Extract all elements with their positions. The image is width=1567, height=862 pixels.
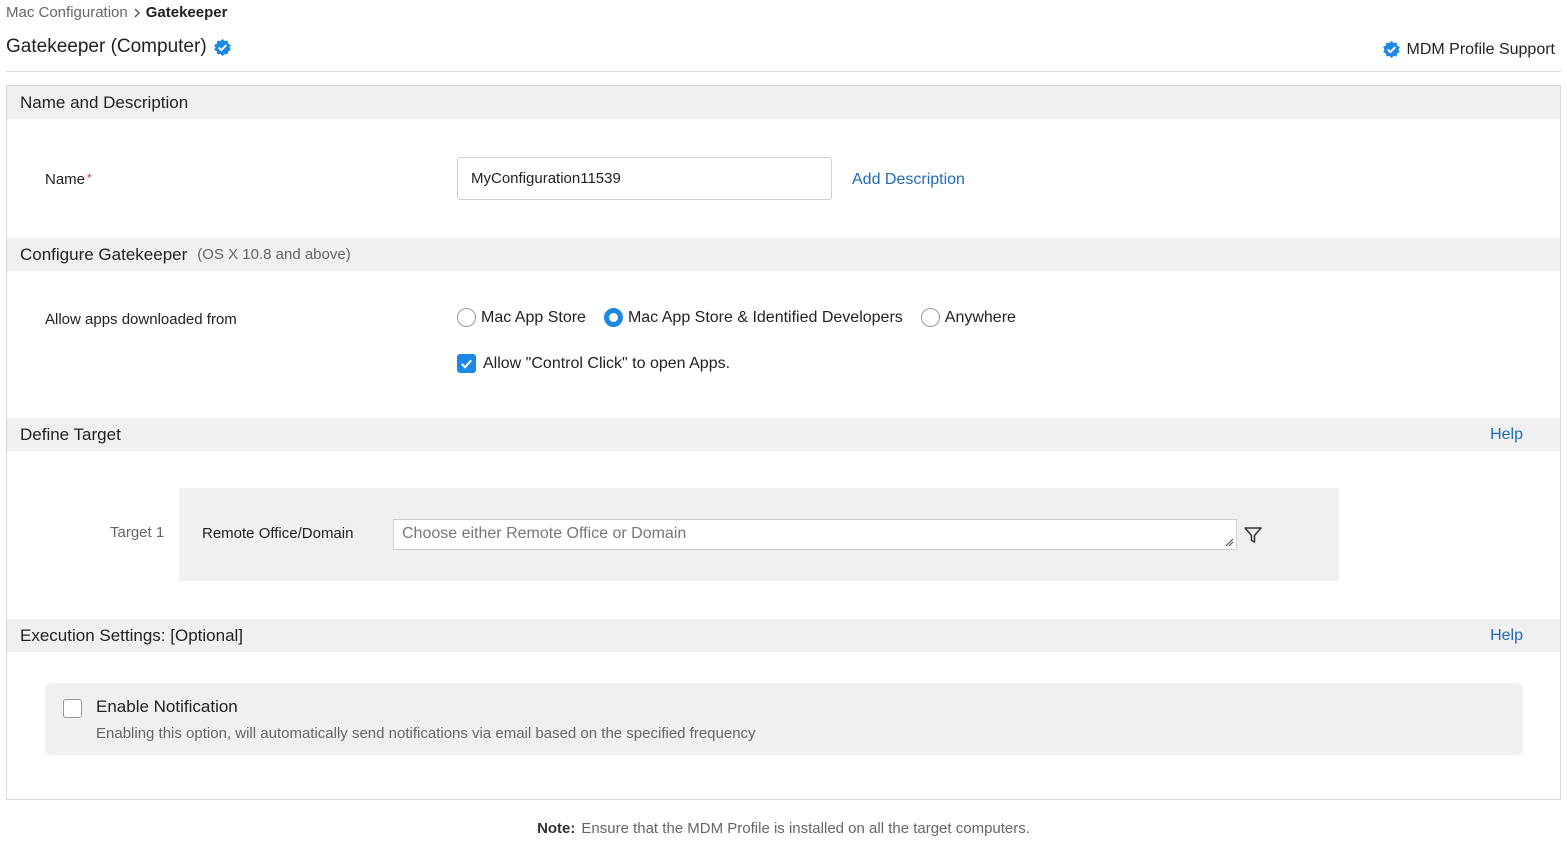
name-input[interactable] — [457, 157, 832, 200]
target-help-link[interactable]: Help — [1490, 426, 1523, 444]
radio-circle[interactable] — [920, 308, 940, 327]
section-define-target: Define Target Help — [7, 418, 1560, 451]
filter-icon[interactable] — [1243, 525, 1263, 545]
radio-anywhere[interactable]: Anywhere — [920, 308, 1016, 327]
target-number: Target 1 — [110, 524, 165, 541]
section-name-description: Name and Description — [7, 86, 1560, 119]
note-text: Ensure that the MDM Profile is installed… — [581, 820, 1030, 837]
radio-mac-app-store[interactable]: Mac App Store — [457, 308, 586, 327]
notification-description: Enabling this option, will automatically… — [96, 725, 756, 742]
radio-circle[interactable] — [457, 308, 476, 327]
radio-mac-app-store-identified-developers[interactable]: Mac App Store & Identified Developers — [603, 308, 903, 327]
section-heading: Execution Settings: [Optional] — [20, 625, 244, 645]
execution-help-link[interactable]: Help — [1490, 627, 1523, 645]
notification-title[interactable]: Enable Notification — [96, 697, 238, 717]
checkmark-icon — [461, 359, 472, 369]
breadcrumb: Mac Configuration Gatekeeper — [6, 4, 227, 21]
notification-option: Enable Notification Enabling this option… — [45, 683, 1523, 755]
chevron-right-icon — [131, 7, 143, 19]
section-execution-settings: Execution Settings: [Optional] Help — [7, 619, 1560, 652]
control-click-label: Allow "Control Click" to open Apps. — [483, 354, 731, 372]
control-click-option[interactable]: Allow "Control Click" to open Apps. — [457, 354, 730, 373]
radio-circle[interactable] — [603, 308, 623, 327]
configuration-panel: Name and Description Name* Add Descripti… — [6, 85, 1561, 800]
allow-apps-label: Allow apps downloaded from — [45, 311, 237, 328]
footer-note: Note: Ensure that the MDM Profile is inst… — [0, 820, 1567, 837]
name-label: Name * — [45, 171, 92, 188]
control-click-checkbox[interactable] — [457, 354, 476, 373]
note-label: Note: — [537, 820, 576, 837]
target-type-label: Remote Office/Domain — [202, 525, 354, 542]
section-heading: Configure Gatekeeper — [20, 244, 188, 264]
page-title: Gatekeeper (Computer) — [6, 36, 232, 58]
verified-badge-icon — [1382, 40, 1401, 59]
breadcrumb-parent[interactable]: Mac Configuration — [6, 4, 128, 21]
target-input[interactable]: Choose either Remote Office or Domain — [393, 519, 1237, 550]
radio-label: Anywhere — [944, 308, 1016, 326]
radio-label: Mac App Store & Identified Developers — [627, 308, 903, 326]
section-subheading: (OS X 10.8 and above) — [197, 246, 351, 263]
mdm-profile-support[interactable]: MDM Profile Support — [1382, 40, 1556, 59]
radio-label: Mac App Store — [481, 308, 586, 326]
verified-badge-icon — [213, 38, 232, 57]
mdm-support-label: MDM Profile Support — [1406, 40, 1556, 58]
title-divider — [6, 71, 1561, 72]
section-heading: Name and Description — [20, 92, 189, 112]
page-title-text: Gatekeeper (Computer) — [6, 36, 207, 57]
breadcrumb-current: Gatekeeper — [145, 4, 228, 21]
target-placeholder: Choose either Remote Office or Domain — [402, 525, 687, 542]
allow-apps-radio-group: Mac App Store Mac App Store & Identified… — [457, 308, 1034, 327]
required-marker: * — [87, 171, 92, 185]
resize-grip-icon[interactable] — [1225, 538, 1234, 547]
section-heading: Define Target — [20, 424, 121, 444]
enable-notification-checkbox[interactable] — [63, 699, 82, 718]
section-configure-gatekeeper: Configure Gatekeeper (OS X 10.8 and abov… — [7, 238, 1560, 271]
add-description-link[interactable]: Add Description — [852, 171, 965, 189]
name-label-text: Name — [45, 171, 86, 188]
